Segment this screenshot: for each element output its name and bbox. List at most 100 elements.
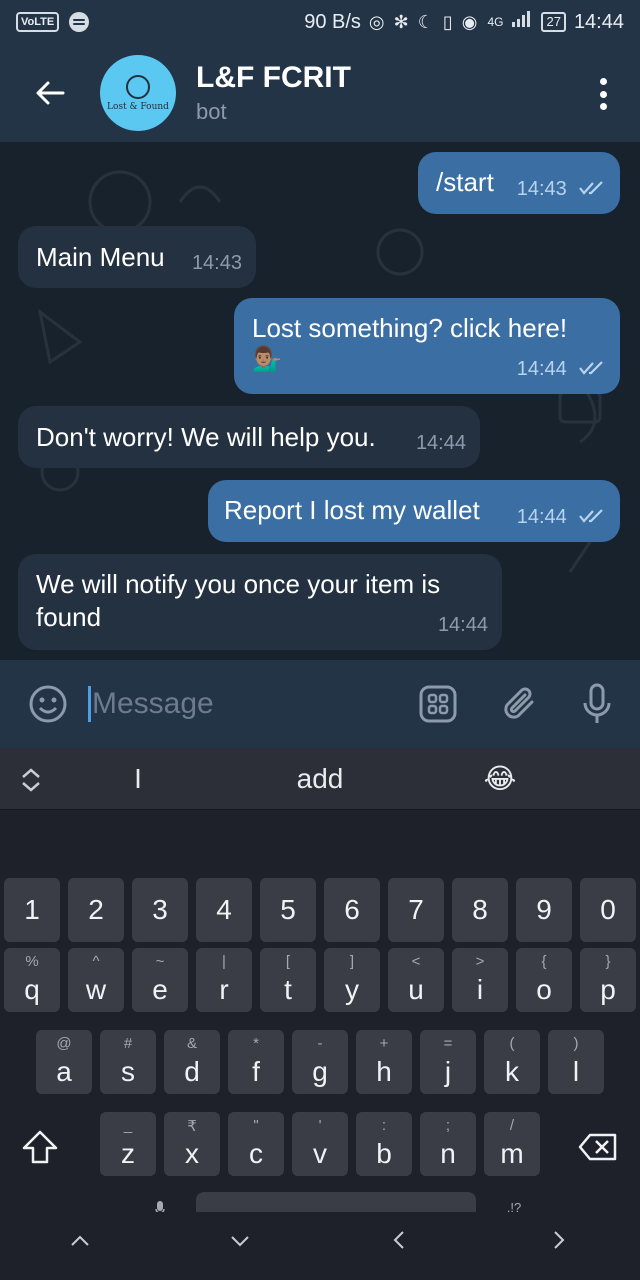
key-label: x [185,1138,199,1169]
suggestion-bar: I add 😂 [0,748,640,810]
key-3[interactable]: 3 [132,878,188,942]
key-j[interactable]: = j [420,1030,476,1094]
back-button[interactable] [0,44,100,142]
shift-key[interactable] [20,1128,60,1173]
key-b[interactable]: :b [356,1112,412,1176]
key-e[interactable]: ~ e [132,948,188,1012]
back-arrow-icon [36,81,65,105]
key-p[interactable]: } p [580,948,636,1012]
key-0[interactable]: 0 [580,878,636,942]
key-h[interactable]: + h [356,1030,412,1094]
key-label: q [24,974,40,1005]
message-input[interactable]: Message [88,686,378,722]
key-secondary-label: + [379,1035,389,1052]
key-m[interactable]: / m [484,1112,540,1176]
attach-icon[interactable] [502,684,538,724]
expand-toolbar-icon[interactable] [20,768,42,792]
backspace-icon [578,1133,617,1161]
key-label: 0 [600,894,616,925]
key-4[interactable]: 4 [196,878,252,942]
key-7[interactable]: 7 [388,878,444,942]
key-x[interactable]: ₹ x [164,1112,220,1176]
key-2[interactable]: 2 [68,878,124,942]
key-label: y [345,974,359,1005]
key-i[interactable]: > i [452,948,508,1012]
chevron-up-icon[interactable] [70,1234,90,1248]
key-f[interactable]: * f [228,1030,284,1094]
key-label: 7 [408,894,424,925]
key-6[interactable]: 6 [324,878,380,942]
key-s[interactable]: # s [100,1030,156,1094]
incoming-message[interactable]: Don't worry! We will help you. 14:44 [18,406,480,468]
key-k[interactable]: (k [484,1030,540,1094]
key-label: e [152,974,168,1005]
key-label: o [536,974,552,1005]
key-u[interactable]: < u [388,948,444,1012]
key-secondary-label: ( [509,1035,515,1052]
chat-title[interactable]: L&F FCRIT [196,61,351,95]
key-label: 9 [536,894,552,925]
emoji-icon[interactable] [28,684,68,724]
outgoing-message[interactable]: /start 14:43 [418,152,620,214]
key-label: 1 [24,894,40,925]
key-secondary-label: _ [123,1117,133,1134]
key-v[interactable]: ' v [292,1112,348,1176]
key-g[interactable]: -g [292,1030,348,1094]
microphone-icon[interactable] [582,683,612,725]
network-type: 4G [487,15,504,29]
key-secondary-label: | [222,953,226,970]
nav-forward-icon[interactable] [552,1230,566,1250]
bot-commands-icon[interactable] [418,684,458,724]
chat-area[interactable]: /start 14:43 Main Menu 14:43 Lost someth… [0,142,640,660]
shift-icon [22,1130,58,1164]
key-l[interactable]: ) l [548,1030,604,1094]
key-z[interactable]: _ z [100,1112,156,1176]
key-label: h [376,1056,392,1087]
nav-back-icon[interactable] [392,1230,406,1250]
key-secondary-label: ' [318,1117,322,1134]
key-o[interactable]: {o [516,948,572,1012]
key-9[interactable]: 9 [516,878,572,942]
message-text: Report I lost my wallet [224,495,480,525]
message-text: Main Menu [36,242,165,272]
key-secondary-label: ^ [92,953,100,970]
incoming-message[interactable]: We will notify you once your item is fou… [18,554,502,650]
suggestion-1[interactable]: I [98,763,178,795]
keyboard: I add 😂 1 2 3 4 5 6 7 8 9 0% q ^ w ~ e | r[t] y < u > i{o} p @ a… [0,748,640,1264]
key-secondary-label: * [253,1035,259,1052]
avatar[interactable]: Lost & Found [100,55,176,131]
key-r[interactable]: | r [196,948,252,1012]
chat-subtitle: bot [196,99,227,124]
key-a[interactable]: @ a [36,1030,92,1094]
key-n[interactable]: ; n [420,1112,476,1176]
outgoing-message[interactable]: Report I lost my wallet 14:44 [208,480,620,542]
chat-header: Lost & Found L&F FCRIT bot [0,44,640,142]
key-d[interactable]: & d [164,1030,220,1094]
read-receipt-icon [579,181,603,195]
key-8[interactable]: 8 [452,878,508,942]
suggestion-2[interactable]: add [260,763,380,795]
key-c[interactable]: " c [228,1112,284,1176]
key-q[interactable]: % q [4,948,60,1012]
signal-icon [511,10,533,34]
key-w[interactable]: ^ w [68,948,124,1012]
key-secondary-label: ] [349,953,355,970]
chevron-down-icon[interactable] [230,1234,250,1248]
navigation-bar [0,1212,640,1280]
outgoing-message[interactable]: Lost something? click here! 💁🏽‍♂️ 14:44 [234,298,620,394]
key-5[interactable]: 5 [260,878,316,942]
key-label: s [121,1056,135,1087]
read-receipt-icon [579,509,603,523]
key-label: c [249,1138,263,1169]
key-label: 5 [280,894,296,925]
incoming-message[interactable]: Main Menu 14:43 [18,226,256,288]
key-label: p [600,974,616,1005]
key-1[interactable]: 1 [4,878,60,942]
more-options-icon[interactable] [598,78,608,110]
backspace-key[interactable] [578,1132,618,1167]
key-t[interactable]: [t [260,948,316,1012]
key-y[interactable]: ] y [324,948,380,1012]
key-secondary-label: & [186,1035,197,1052]
suggestion-3[interactable]: 😂 [460,762,540,795]
key-secondary-label: } [605,953,611,970]
